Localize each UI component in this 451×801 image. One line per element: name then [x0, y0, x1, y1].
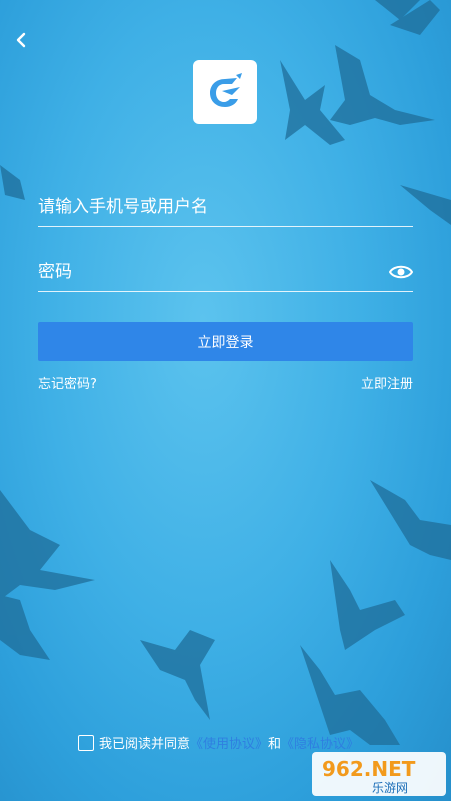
agreement-row: 我已阅读并同意 《使用协议》 和 《隐私协议》	[78, 733, 359, 752]
usage-agreement-link[interactable]: 《使用协议》	[190, 733, 268, 752]
agreement-text: 我已阅读并同意	[99, 737, 191, 752]
chevron-left-icon	[16, 32, 26, 48]
agreement-checkbox[interactable]	[78, 734, 94, 751]
watermark-main: 962.NET	[322, 757, 416, 781]
username-field	[38, 190, 413, 227]
password-field	[38, 255, 413, 292]
app-logo-icon	[210, 73, 242, 107]
watermark-sub: 乐游网	[372, 781, 408, 795]
app-logo	[193, 60, 257, 124]
login-button[interactable]: 立即登录	[38, 322, 413, 361]
register-link[interactable]: 立即注册	[361, 373, 413, 392]
forgot-password-link[interactable]: 忘记密码?	[38, 373, 97, 392]
username-input[interactable]	[38, 190, 368, 224]
site-watermark: 962.NET 乐游网	[312, 752, 446, 796]
eye-icon[interactable]	[389, 263, 413, 281]
password-input[interactable]	[38, 255, 368, 289]
agreement-and-text: 和	[268, 737, 282, 752]
privacy-agreement-link[interactable]: 《隐私协议》	[281, 733, 359, 752]
login-screen: 立即登录 忘记密码? 立即注册 我已阅读并同意 《使用协议》 和 《隐私协议》 …	[0, 0, 451, 801]
back-button[interactable]	[10, 28, 34, 52]
